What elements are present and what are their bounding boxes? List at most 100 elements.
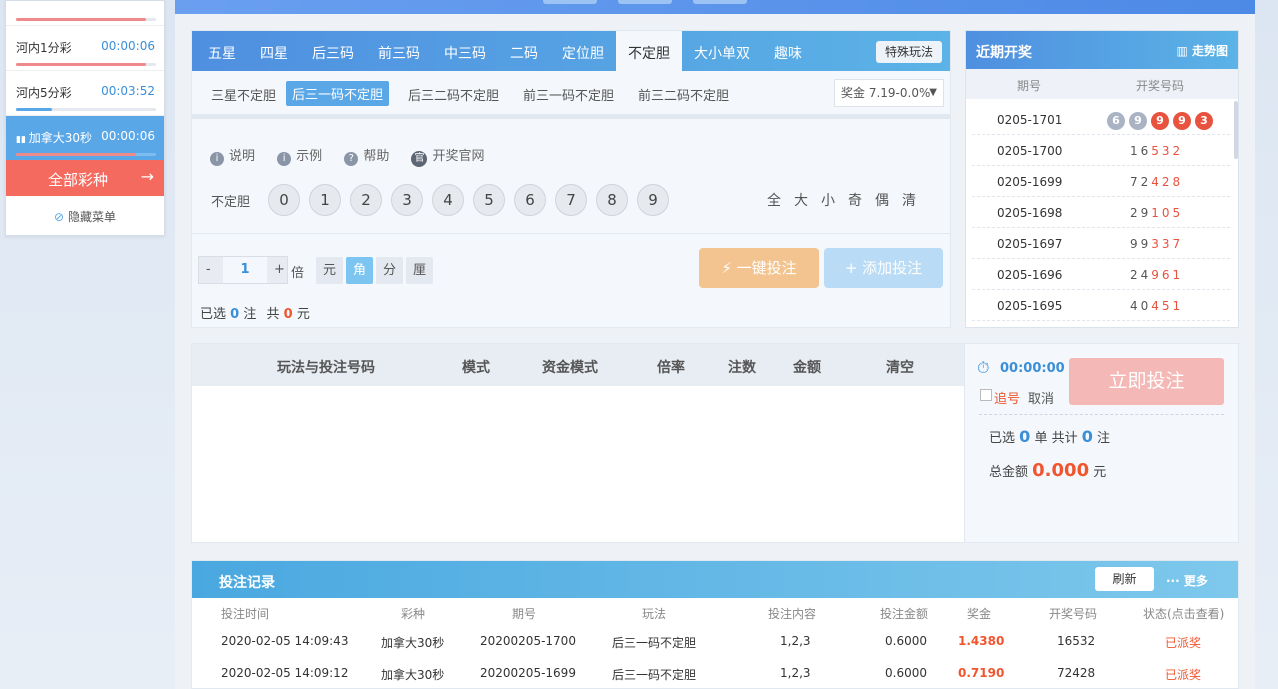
draw-numbers: 40451 — [1130, 299, 1184, 313]
sub-tabs: 三星不定胆 后三一码不定胆 后三二码不定胆 前三一码不定胆 前三二码不定胆 奖金… — [192, 71, 950, 119]
quick-all[interactable]: 全 — [767, 190, 781, 210]
quick-big[interactable]: 大 — [794, 190, 808, 210]
help-example-link[interactable]: i 示例 — [277, 149, 322, 166]
status-link[interactable]: 已派奖 — [1165, 634, 1201, 651]
one-click-bet-button[interactable]: ⚡ 一键投注 — [699, 248, 819, 288]
more-link[interactable]: ··· 更多 — [1166, 572, 1208, 589]
draw-row: 0205-1697 99337 — [972, 228, 1230, 259]
sidebar-item-hanoi-1min[interactable]: 河内1分彩 00:00:06 — [6, 26, 164, 71]
record-row[interactable]: 2020-02-05 14:09:12 加拿大30秒 20200205-1699… — [192, 661, 1238, 689]
tab-fun[interactable]: 趣味 — [774, 43, 802, 63]
number-ball[interactable]: 4 — [432, 184, 464, 216]
caret-down-icon: ▼ — [929, 87, 937, 98]
refresh-button[interactable]: 刷新 — [1095, 567, 1154, 591]
help-explain-link[interactable]: i 说明 — [210, 149, 255, 166]
sidebar-item-partial[interactable] — [6, 0, 164, 26]
number-ball[interactable]: 7 — [555, 184, 587, 216]
draw-numbers: 99337 — [1130, 237, 1184, 251]
tab-unfixed[interactable]: 不定胆 — [616, 31, 682, 71]
tab-five-star[interactable]: 五星 — [208, 43, 236, 63]
recent-draws: 近期开奖 ▥ 走势图 期号 开奖号码 0205-1701 6 9 9 9 3 0… — [965, 30, 1239, 328]
add-bet-button[interactable]: + 添加投注 — [824, 248, 943, 288]
countdown: 00:00:06 — [101, 129, 155, 143]
number-ball[interactable]: 5 — [473, 184, 505, 216]
bet-slip-header: 玩法与投注号码 模式 资金模式 倍率 注数 金额 清空 — [192, 344, 964, 386]
draw-numbers: 16532 — [1130, 144, 1184, 158]
draw-period: 0205-1701 — [997, 113, 1063, 127]
chase-label[interactable]: 追号 — [994, 388, 1020, 407]
scrollbar[interactable] — [1234, 101, 1238, 159]
multiplier-input[interactable]: 1 — [223, 257, 267, 283]
col-play: 玩法与投注号码 — [277, 360, 375, 376]
dots-icon: ··· — [1166, 574, 1184, 588]
number-ball[interactable]: 2 — [350, 184, 382, 216]
prize-select[interactable]: 奖金 7.19-0.0% ▼ — [834, 79, 944, 107]
official-site-link[interactable]: 官开奖官网 — [411, 149, 484, 167]
quick-odd[interactable]: 奇 — [848, 190, 862, 210]
tab-first-three[interactable]: 前三码 — [378, 43, 420, 63]
number-ball[interactable]: 8 — [596, 184, 628, 216]
quick-even[interactable]: 偶 — [875, 190, 889, 210]
trend-chart-link[interactable]: ▥ 走势图 — [1176, 42, 1228, 59]
hide-menu-label: 隐藏菜单 — [67, 210, 116, 224]
order-summary: 已选 0 单 共计 0 注 — [989, 427, 1111, 446]
minus-button[interactable]: - — [206, 262, 211, 277]
stopwatch-icon: ⏱ — [977, 358, 990, 377]
countdown: 00:00:06 — [101, 39, 155, 53]
unit-li[interactable]: 厘 — [406, 257, 433, 284]
plus-button[interactable]: + — [274, 262, 285, 277]
number-ball[interactable]: 9 — [637, 184, 669, 216]
number-ball[interactable]: 3 — [391, 184, 423, 216]
balls-label: 不定胆 — [211, 195, 251, 210]
tab-two-code[interactable]: 二码 — [510, 43, 538, 63]
progress-bar — [16, 63, 156, 66]
tab-position[interactable]: 定位胆 — [562, 43, 604, 63]
help-help-link[interactable]: ? 帮助 — [344, 149, 389, 166]
timer: 00:00:00 — [1000, 361, 1065, 376]
quick-clear[interactable]: 清 — [902, 190, 916, 210]
sidebar-item-label: ▮▮ 加拿大30秒 — [16, 131, 93, 145]
eye-off-icon: ⊘ — [54, 210, 65, 224]
tab-last-three[interactable]: 后三码 — [312, 43, 354, 63]
sidebar-item-hanoi-5min[interactable]: 河内5分彩 00:03:52 — [6, 71, 164, 116]
special-play-button[interactable]: 特殊玩法 — [875, 41, 942, 63]
records-title: 投注记录 — [219, 575, 275, 591]
col-fund-mode: 资金模式 — [542, 360, 598, 376]
unit-jiao[interactable]: 角 — [346, 257, 373, 284]
number-ball[interactable]: 6 — [514, 184, 546, 216]
quick-small[interactable]: 小 — [821, 190, 835, 210]
col-numbers: 开奖号码 — [1136, 79, 1185, 93]
clear-button[interactable]: 清空 — [886, 357, 914, 377]
sidebar-item-label: 河内5分彩 — [16, 86, 72, 100]
draw-row: 0205-1696 24961 — [972, 259, 1230, 290]
countdown: 00:03:52 — [101, 84, 155, 98]
all-lotteries-button[interactable]: 全部彩种 → — [6, 160, 164, 196]
multiplier-stepper: - 1 + — [198, 256, 288, 284]
subtab-first3-1code[interactable]: 前三一码不定胆 — [523, 85, 614, 104]
unit-fen[interactable]: 分 — [376, 257, 403, 284]
draw-numbers: 24961 — [1130, 268, 1184, 282]
draw-row: 0205-1695 40451 — [972, 290, 1230, 321]
bet-slip: 玩法与投注号码 模式 资金模式 倍率 注数 金额 清空 — [191, 343, 965, 543]
tab-big-small[interactable]: 大小单双 — [694, 43, 750, 63]
bet-now-button[interactable]: 立即投注 — [1069, 358, 1224, 405]
record-row[interactable]: 2020-02-05 14:09:43 加拿大30秒 20200205-1700… — [192, 629, 1238, 661]
divider — [979, 414, 1224, 415]
subtab-first3-2code[interactable]: 前三二码不定胆 — [638, 85, 729, 104]
tab-middle-three[interactable]: 中三码 — [444, 43, 486, 63]
number-ball[interactable]: 0 — [268, 184, 300, 216]
chase-checkbox[interactable] — [980, 389, 992, 401]
cancel-link[interactable]: 取消 — [1028, 388, 1054, 407]
subtab-last3-1code[interactable]: 后三一码不定胆 — [286, 81, 390, 106]
tab-four-star[interactable]: 四星 — [260, 43, 288, 63]
number-ball[interactable]: 1 — [309, 184, 341, 216]
sidebar-item-canada-30s[interactable]: ▮▮ 加拿大30秒 00:00:06 — [6, 116, 164, 161]
status-link[interactable]: 已派奖 — [1165, 666, 1201, 683]
col-multiple: 倍率 — [657, 360, 685, 376]
unit-yuan[interactable]: 元 — [316, 257, 343, 284]
subtab-last3-2code[interactable]: 后三二码不定胆 — [408, 85, 499, 104]
bet-records: 投注记录 刷新 ··· 更多 投注时间 彩种 期号 玩法 投注内容 投注金额 奖… — [191, 560, 1239, 689]
selection-summary: 已选 0 注 共 0 元 — [200, 307, 310, 322]
hide-menu-button[interactable]: ⊘ 隐藏菜单 — [6, 208, 164, 225]
subtab-3star-unfixed[interactable]: 三星不定胆 — [211, 85, 276, 104]
